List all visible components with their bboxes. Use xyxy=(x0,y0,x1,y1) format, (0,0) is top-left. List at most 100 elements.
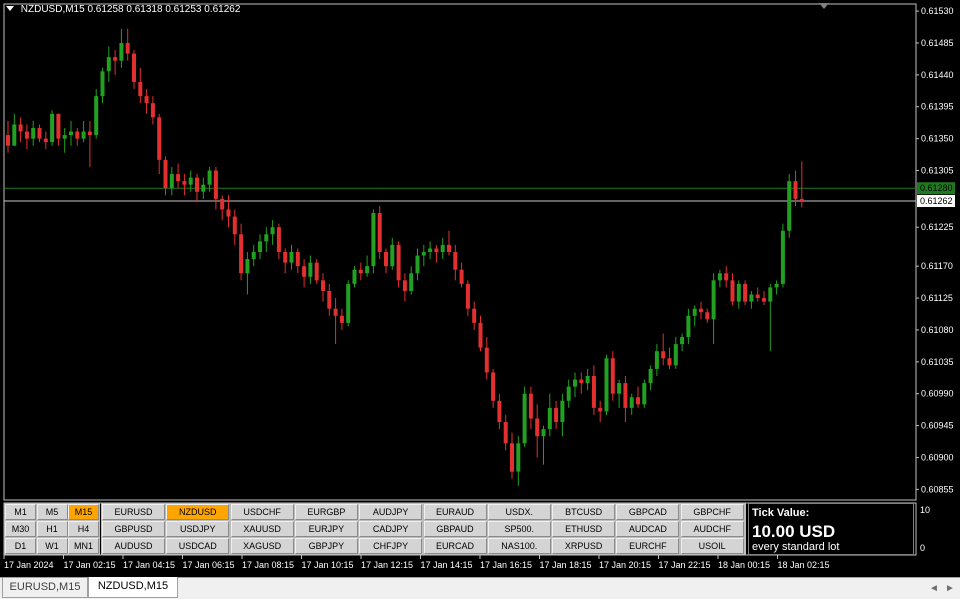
timeframe-button-h1[interactable]: H1 xyxy=(36,521,68,537)
candle-body xyxy=(201,184,206,192)
candle-body xyxy=(642,383,647,405)
symbol-button-ethusd[interactable]: ETHUSD xyxy=(552,521,616,537)
symbol-button-usdjpy[interactable]: USDJPY xyxy=(166,521,230,537)
symbol-button-audcad[interactable]: AUDCAD xyxy=(616,521,680,537)
candle-body xyxy=(421,252,426,256)
symbol-button-gbpaud[interactable]: GBPAUD xyxy=(423,521,487,537)
candle-body xyxy=(138,81,143,97)
candle-body xyxy=(516,443,521,472)
time-axis-label: 17 Jan 04:15 xyxy=(123,560,175,570)
price-axis-label: 0.61395 xyxy=(921,102,954,112)
timeframe-button-w1[interactable]: W1 xyxy=(36,538,68,554)
candle-body xyxy=(465,283,470,309)
candle-body xyxy=(100,71,105,97)
symbol-button-usdchf[interactable]: USDCHF xyxy=(230,504,294,520)
symbol-button-euraud[interactable]: EURAUD xyxy=(423,504,487,520)
symbol-button-nzdusd[interactable]: NZDUSD xyxy=(166,504,230,520)
symbol-button-eurjpy[interactable]: EURJPY xyxy=(294,521,358,537)
symbol-button-chfjpy[interactable]: CHFJPY xyxy=(359,538,423,554)
candle-body xyxy=(402,280,407,291)
candle-body xyxy=(56,113,61,139)
symbol-button-usoil[interactable]: USOIL xyxy=(680,538,744,554)
price-chart[interactable]: 0.61530 0.61485 0.61440 0.61395 0.61350 0.613… xyxy=(0,0,960,577)
tab-scroll-left-icon[interactable]: ◄ xyxy=(929,583,939,594)
timeframe-button-m5[interactable]: M5 xyxy=(36,504,68,520)
chart-window[interactable]: 0.61530 0.61485 0.61440 0.61395 0.61350 0.613… xyxy=(0,0,960,577)
symbol-button-audusd[interactable]: AUDUSD xyxy=(102,538,165,554)
timeframe-button-d1[interactable]: D1 xyxy=(5,538,36,554)
timeframe-button-m15[interactable]: M15 xyxy=(68,504,99,520)
candle-body xyxy=(560,400,565,423)
symbol-button-gbpcad[interactable]: GBPCAD xyxy=(616,504,680,520)
symbol-button-eurgbp[interactable]: EURGBP xyxy=(294,504,358,520)
symbol-button-gbpchf[interactable]: GBPCHF xyxy=(680,504,744,520)
bid-price-label: 0.61262 xyxy=(920,196,953,206)
timeframe-button-mn1[interactable]: MN1 xyxy=(68,538,99,554)
candle-body xyxy=(428,248,433,252)
candle-body xyxy=(339,315,344,323)
candle-body xyxy=(648,368,653,384)
candle-body xyxy=(636,397,640,405)
chart-shift-triangle-icon[interactable] xyxy=(819,3,829,9)
subwindow-axis-top: 10 xyxy=(920,505,931,515)
candle-body xyxy=(573,379,577,387)
candle-body xyxy=(251,252,256,260)
symbol-button-audchf[interactable]: AUDCHF xyxy=(680,521,744,537)
candle-body xyxy=(762,298,766,302)
candle-body xyxy=(6,135,10,146)
candle-body xyxy=(264,234,269,242)
candle-body xyxy=(793,181,798,199)
chart-menu-triangle-icon[interactable] xyxy=(6,6,14,11)
candle-body xyxy=(226,209,231,217)
price-axis-label: 0.61305 xyxy=(921,166,954,176)
tab-scroll-right-icon[interactable]: ► xyxy=(945,583,955,594)
candle-body xyxy=(377,213,382,252)
price-axis-label: 0.61440 xyxy=(921,70,954,80)
candle-body xyxy=(176,174,181,182)
symbol-button-nas100[interactable]: NAS100. xyxy=(487,538,551,554)
candle-body xyxy=(774,283,779,288)
symbol-button-gbpjpy[interactable]: GBPJPY xyxy=(294,538,358,554)
price-axis-label: 0.61530 xyxy=(921,6,954,16)
candle-body xyxy=(50,113,55,143)
symbol-button-xauusd[interactable]: XAUUSD xyxy=(230,521,294,537)
price-axis-label: 0.60855 xyxy=(921,484,954,494)
candle-body xyxy=(799,198,804,201)
tab-eurusd-m15[interactable]: EURUSD,M15 xyxy=(2,578,88,598)
candle-body xyxy=(692,308,697,316)
price-axis-label: 0.61225 xyxy=(921,222,954,232)
symbol-button-usdcad[interactable]: USDCAD xyxy=(166,538,230,554)
timeframe-button-m30[interactable]: M30 xyxy=(5,521,36,537)
symbol-button-usdx[interactable]: USDX. xyxy=(487,504,551,520)
price-axis-label: 0.61080 xyxy=(921,325,954,335)
candle-body xyxy=(484,347,489,373)
symbol-button-cadjpy[interactable]: CADJPY xyxy=(359,521,423,537)
candle-body xyxy=(610,358,615,394)
time-axis-label: 17 Jan 12:15 xyxy=(361,560,413,570)
symbol-button-audjpy[interactable]: AUDJPY xyxy=(359,504,423,520)
candle-body xyxy=(667,358,672,366)
symbol-button-eurcad[interactable]: EURCAD xyxy=(423,538,487,554)
symbol-button-gbpusd[interactable]: GBPUSD xyxy=(102,521,165,537)
candle-body xyxy=(384,252,388,267)
time-axis-label: 17 Jan 16:15 xyxy=(480,560,532,570)
candle-body xyxy=(705,312,710,320)
candle-body xyxy=(415,255,420,274)
candle-body xyxy=(510,443,514,472)
symbol-button-eurchf[interactable]: EURCHF xyxy=(616,538,680,554)
candle-body xyxy=(390,244,395,267)
symbol-button-eurusd[interactable]: EURUSD xyxy=(102,504,165,520)
candle-body xyxy=(528,393,533,419)
symbol-button-xrpusd[interactable]: XRPUSD xyxy=(552,538,616,554)
symbol-button-xagusd[interactable]: XAGUSD xyxy=(230,538,294,554)
timeframe-button-m1[interactable]: M1 xyxy=(5,504,36,520)
candle-body xyxy=(321,280,325,291)
tab-nzdusd-m15[interactable]: NZDUSD,M15 xyxy=(88,577,178,598)
candle-body xyxy=(327,290,332,309)
timeframe-button-h4[interactable]: H4 xyxy=(68,521,99,537)
candle-body xyxy=(497,400,502,423)
price-axis-label: 0.61485 xyxy=(921,38,954,48)
symbol-button-sp500[interactable]: SP500. xyxy=(487,521,551,537)
symbol-button-btcusd[interactable]: BTCUSD xyxy=(552,504,616,520)
candle-body xyxy=(780,230,785,284)
